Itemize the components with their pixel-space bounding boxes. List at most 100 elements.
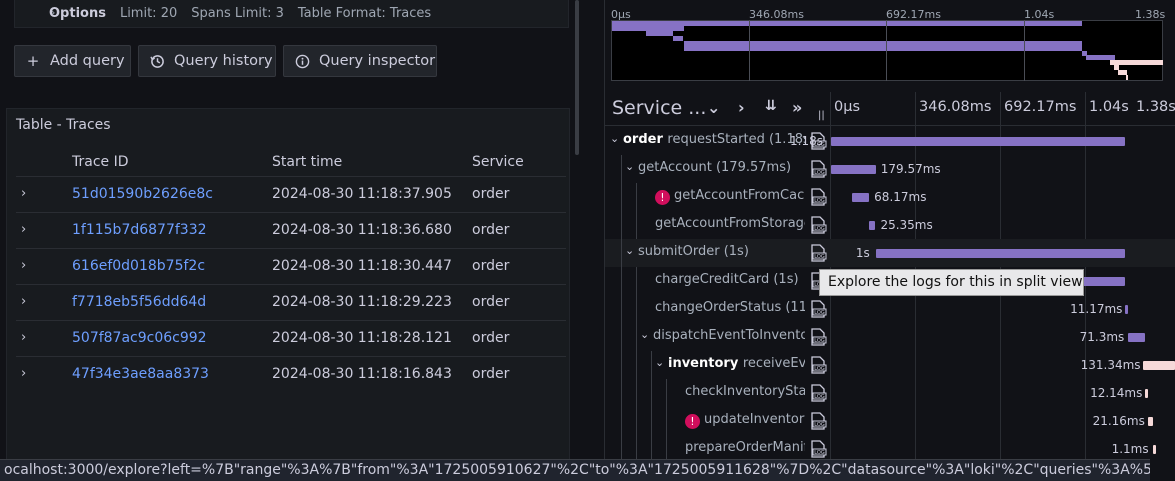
traces-table-panel: Table - Traces Trace ID Start time Servi…: [6, 108, 570, 481]
logs-icon[interactable]: LOG: [808, 439, 828, 459]
service-cell: order: [472, 258, 510, 274]
chevron-right-icon[interactable]: ›: [738, 98, 745, 117]
options-table-format: Table Format: Traces: [297, 6, 432, 21]
span-row[interactable]: checkInventoryStatu LOG 12.14ms: [605, 379, 1175, 407]
span-label[interactable]: prepareOrderManife: [685, 440, 805, 455]
span-label[interactable]: getAccount (179.57ms): [638, 160, 805, 175]
span-label[interactable]: ! getAccountFromCache: [655, 188, 805, 205]
expand-all-icon[interactable]: ⇊: [765, 98, 777, 114]
span-operation-name: getAccountFromCache: [674, 188, 805, 203]
span-duration-bar[interactable]: [852, 193, 870, 202]
trace-id-link[interactable]: 51d01590b2626e8c: [72, 186, 213, 202]
span-label[interactable]: chargeCreditCard (1s): [655, 272, 805, 287]
column-header-start-time[interactable]: Start time: [272, 154, 342, 170]
table-row[interactable]: › f7718eb5f56dd64d 2024-08-30 11:18:29.2…: [16, 284, 566, 320]
expand-row-icon[interactable]: ›: [21, 222, 26, 237]
logs-icon[interactable]: LOG: [808, 299, 828, 319]
span-duration-bar[interactable]: [1127, 333, 1146, 342]
error-icon: !: [685, 414, 700, 429]
trace-id-link[interactable]: f7718eb5f56dd64d: [72, 294, 206, 310]
add-query-button[interactable]: + Add query: [14, 45, 131, 77]
collapse-span-icon[interactable]: ⌄: [610, 132, 619, 145]
table-row[interactable]: › 47f34e3ae8aa8373 2024-08-30 11:18:16.8…: [16, 356, 566, 392]
collapse-span-icon[interactable]: ⌄: [625, 244, 634, 257]
span-row[interactable]: ! getAccountFromCache LOG 68.17ms: [605, 183, 1175, 211]
span-row[interactable]: ⌄ dispatchEventToInventory LOG 71.3ms: [605, 323, 1175, 351]
span-row[interactable]: ⌄ getAccount (179.57ms) LOG 179.57ms: [605, 155, 1175, 183]
logs-icon[interactable]: LOG: [808, 215, 828, 235]
span-label[interactable]: changeOrderStatus (11.17m: [655, 300, 805, 315]
logs-icon[interactable]: LOG: [808, 355, 828, 375]
span-operation-name: changeOrderStatus (11.17m: [655, 300, 805, 315]
span-label[interactable]: checkInventoryStatu: [685, 384, 805, 399]
logs-icon[interactable]: LOG: [808, 383, 828, 403]
span-row[interactable]: ! updateInventory LOG 21.16ms: [605, 407, 1175, 435]
tree-guide-line: [636, 211, 637, 239]
logs-icon[interactable]: LOG: [808, 159, 828, 179]
trace-id-link[interactable]: 507f87ac9c06c992: [72, 330, 207, 346]
table-row[interactable]: › 507f87ac9c06c992 2024-08-30 11:18:28.1…: [16, 320, 566, 356]
table-row[interactable]: › 616ef0d018b75f2c 2024-08-30 11:18:30.4…: [16, 248, 566, 284]
start-time-cell: 2024-08-30 11:18:36.680: [272, 222, 452, 238]
expand-row-icon[interactable]: ›: [21, 258, 26, 273]
table-row[interactable]: › 51d01590b2626e8c 2024-08-30 11:18:37.9…: [16, 176, 566, 212]
service-cell: order: [472, 330, 510, 346]
expand-row-icon[interactable]: ›: [21, 186, 26, 201]
trace-id-link[interactable]: 616ef0d018b75f2c: [72, 258, 205, 274]
query-inspector-button[interactable]: Query inspector: [283, 45, 437, 77]
collapse-span-icon[interactable]: ⌄: [640, 328, 649, 341]
span-duration-bar[interactable]: [875, 249, 1126, 258]
span-service-name: order: [623, 132, 668, 147]
trace-id-link[interactable]: 47f34e3ae8aa8373: [72, 366, 209, 382]
span-duration-bar[interactable]: [1145, 389, 1149, 398]
tree-guide-line: [621, 351, 622, 379]
service-cell: order: [472, 222, 510, 238]
query-history-button[interactable]: Query history: [138, 45, 276, 77]
span-duration-bar[interactable]: [869, 221, 876, 230]
span-duration-bar[interactable]: [1125, 305, 1129, 314]
span-label[interactable]: dispatchEventToInventory: [653, 328, 805, 343]
trace-minimap[interactable]: [611, 20, 1163, 81]
chevron-down-icon[interactable]: ⌄: [707, 98, 720, 117]
span-duration-bar[interactable]: [1142, 361, 1175, 370]
expand-row-icon[interactable]: ›: [21, 366, 26, 381]
span-row[interactable]: getAccountFromStorage LOG 25.35ms: [605, 211, 1175, 239]
table-row[interactable]: › 1f115b7d6877f332 2024-08-30 11:18:36.6…: [16, 212, 566, 248]
column-resizer-icon[interactable]: ||: [818, 110, 825, 121]
tree-guide-line: [636, 183, 637, 211]
span-row[interactable]: ⌄ order requestStarted (1.18s) LOG 1.18s: [605, 127, 1175, 155]
collapse-span-icon[interactable]: ⌄: [655, 356, 664, 369]
trace-id-link[interactable]: 1f115b7d6877f332: [72, 222, 207, 238]
span-label[interactable]: submitOrder (1s): [638, 244, 805, 259]
expand-row-icon[interactable]: ›: [21, 330, 26, 345]
timeline-tick: 1.38s: [1136, 99, 1175, 115]
span-label[interactable]: order requestStarted (1.18s): [623, 132, 805, 147]
column-header-service[interactable]: Service: [472, 154, 524, 170]
vertical-scrollbar[interactable]: [575, 0, 579, 155]
logs-icon[interactable]: LOG: [808, 327, 828, 347]
span-operation-name: checkInventoryStatu: [685, 384, 805, 399]
span-label[interactable]: ! updateInventory: [685, 412, 805, 429]
span-label[interactable]: getAccountFromStorage: [655, 216, 805, 231]
expand-row-icon[interactable]: ›: [21, 294, 26, 309]
collapse-span-icon[interactable]: ⌄: [625, 160, 634, 173]
span-duration-bar[interactable]: [1152, 445, 1156, 454]
span-row[interactable]: ⌄ submitOrder (1s) LOG 1s: [605, 239, 1175, 267]
column-header-trace-id[interactable]: Trace ID: [72, 154, 129, 170]
query-options-bar[interactable]: › Options Limit: 20 Spans Limit: 3 Table…: [14, 0, 569, 28]
span-duration-bar[interactable]: [831, 137, 1126, 146]
logs-icon[interactable]: LOG: [808, 187, 828, 207]
svg-text:LOG: LOG: [814, 338, 825, 344]
span-duration-bar[interactable]: [1147, 417, 1153, 426]
service-cell: order: [472, 186, 510, 202]
logs-icon[interactable]: LOG: [808, 411, 828, 431]
tree-guide-line: [666, 379, 667, 407]
double-chevron-right-icon[interactable]: »: [792, 98, 802, 117]
span-duration-bar[interactable]: [831, 165, 876, 174]
span-row[interactable]: ⌄ inventory receiveEven LOG 131.34ms: [605, 351, 1175, 379]
span-row[interactable]: changeOrderStatus (11.17m LOG 11.17ms: [605, 295, 1175, 323]
svg-text:LOG: LOG: [814, 226, 825, 232]
span-label[interactable]: inventory receiveEven: [668, 356, 805, 371]
logs-icon[interactable]: LOG: [808, 243, 828, 263]
span-operation-name: getAccountFromStorage: [655, 216, 805, 231]
